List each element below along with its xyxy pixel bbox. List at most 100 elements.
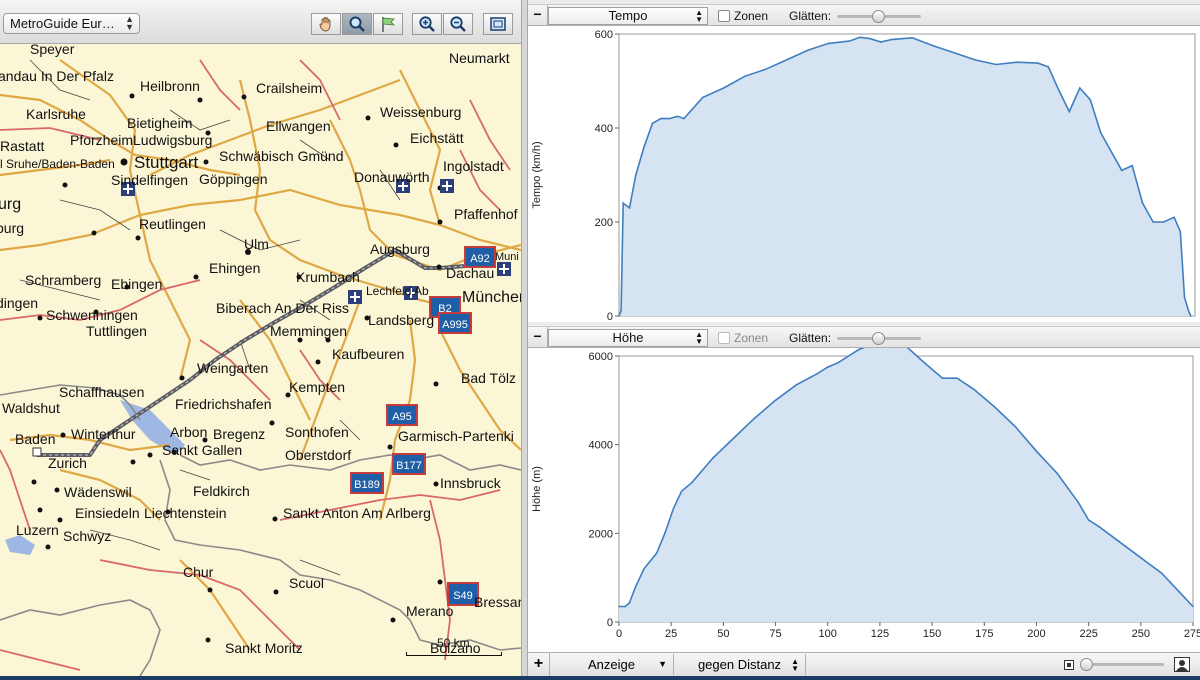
map-canvas[interactable]: A92 B2 A995 A95 B177 B189 S49 Speyer Neu… — [0, 41, 521, 676]
place-label: Garmisch-Partenki — [398, 428, 514, 444]
place-label: Liechtenstein — [144, 505, 227, 521]
speed-chart-header: − Tempo ▲ ▼ Zonen Glätten: — [528, 4, 1200, 26]
data-point — [1190, 315, 1192, 317]
pane-splitter[interactable] — [521, 0, 528, 676]
data-point — [973, 388, 975, 391]
elevation-zones-label: Zonen — [734, 331, 769, 345]
data-point — [826, 366, 829, 368]
fit-view-icon — [490, 17, 506, 31]
bottom-edge — [0, 676, 1200, 680]
speed-metric-select[interactable]: Tempo ▲ ▼ — [548, 7, 708, 25]
svg-text:B189: B189 — [354, 479, 380, 491]
road-shield-a95: A95 — [386, 404, 418, 426]
place-label: Augsburg — [370, 241, 430, 257]
x-tick-label: 225 — [1079, 628, 1097, 640]
data-point — [668, 117, 671, 120]
data-point — [733, 437, 735, 439]
place-label: Kempten — [289, 379, 345, 395]
chart-zoom-slider[interactable] — [1084, 663, 1164, 666]
place-label: Weingarten — [197, 360, 268, 376]
place-label: Muni — [495, 251, 519, 263]
data-point — [806, 49, 809, 52]
chart-bottom-bar: + Anzeige ▼ gegen Distanz ▲ ▼ — [528, 652, 1200, 676]
speed-smooth-slider-knob[interactable] — [872, 10, 885, 23]
place-label: Krumbach — [296, 269, 360, 285]
data-point — [624, 605, 627, 608]
y-axis-label: Tempo (km/h) — [531, 141, 543, 208]
place-label: Wädenswil — [64, 484, 132, 500]
y-tick-label: 6000 — [589, 351, 613, 363]
place-label: Heilbronn — [140, 78, 200, 94]
data-point — [1192, 605, 1194, 608]
speed-smooth-label: Glätten: — [789, 9, 832, 23]
place-label: Baden — [15, 431, 55, 447]
svg-text:A995: A995 — [442, 319, 468, 331]
place-label: Ehingen — [209, 260, 260, 276]
zoom-select-tool-button[interactable] — [342, 13, 372, 35]
speed-chart[interactable]: 0 200 400 600 Tempo (km/h) — [528, 26, 1200, 323]
zoom-out-button[interactable] — [443, 13, 473, 35]
data-point — [1160, 572, 1163, 574]
place-label: Ingolstadt — [443, 158, 504, 174]
place-label: Sankt Moritz — [225, 640, 303, 656]
zoom-in-button[interactable] — [412, 13, 442, 35]
place-label: PforzheimLudwigsburg — [70, 132, 212, 148]
data-point — [941, 377, 944, 379]
x-tick-label: 150 — [923, 628, 941, 640]
y-tick-label: 0 — [607, 311, 613, 322]
chart-zoom-slider-knob[interactable] — [1080, 658, 1093, 671]
place-label: Ulm — [244, 236, 269, 252]
data-point — [620, 309, 622, 312]
collapse-speed-button[interactable]: − — [528, 5, 548, 26]
collapse-elevation-button[interactable]: − — [528, 327, 548, 348]
place-label: Scuol — [289, 575, 324, 591]
fit-view-button[interactable] — [483, 13, 513, 35]
speed-chart-svg[interactable]: 0 200 400 600 Tempo (km/h) — [528, 26, 1200, 323]
data-point — [1140, 556, 1142, 559]
data-point — [643, 146, 645, 148]
elevation-chart-svg[interactable]: 0 2000 4000 6000 Höhe (m) 0 25 50 75 100 125 150 175… — [528, 346, 1200, 652]
x-tick-label: 200 — [1027, 628, 1045, 640]
data-point — [1110, 150, 1112, 153]
y-tick-label: 0 — [607, 617, 613, 629]
place-label: Bad Tölz — [461, 370, 516, 386]
pan-tool-button[interactable] — [311, 13, 341, 35]
data-point — [1173, 216, 1175, 219]
axis-mode-label: gegen Distanz — [697, 657, 782, 672]
road-shield-a92: A92 — [464, 246, 496, 268]
data-point — [774, 399, 777, 402]
track-start-marker[interactable] — [32, 447, 42, 457]
data-point — [664, 532, 666, 535]
data-point — [743, 75, 746, 78]
data-point — [1079, 87, 1081, 89]
data-point — [785, 59, 788, 61]
display-menu-label: Anzeige — [588, 657, 635, 672]
place-label: burg — [0, 220, 24, 236]
map-selector[interactable]: MetroGuide Eur… ▲ ▼ — [3, 13, 140, 34]
x-tick-label: 125 — [871, 628, 889, 640]
elevation-zones-checkbox[interactable] — [718, 332, 730, 344]
add-chart-button[interactable]: + — [528, 653, 550, 676]
data-point — [995, 63, 997, 66]
elevation-metric-select[interactable]: Höhe ▲ ▼ — [548, 329, 708, 347]
data-point — [1077, 501, 1079, 504]
elevation-chart[interactable]: 0 2000 4000 6000 Höhe (m) 0 25 50 75 100 125 150 175… — [528, 346, 1200, 652]
axis-mode-select[interactable]: gegen Distanz ▲ ▼ — [674, 654, 806, 675]
place-label: Donauwörth — [354, 169, 430, 185]
data-point — [1016, 61, 1018, 63]
map-svg[interactable]: A92 B2 A995 A95 B177 B189 S49 Speyer Neu… — [0, 41, 521, 676]
elevation-smooth-slider-knob[interactable] — [872, 332, 885, 345]
data-point — [890, 38, 893, 41]
data-point — [956, 377, 958, 379]
y-tick-label: 4000 — [589, 440, 613, 452]
data-point — [1152, 221, 1154, 223]
speed-zones-checkbox[interactable] — [718, 10, 730, 22]
data-point — [911, 37, 913, 39]
display-menu[interactable]: Anzeige ▼ — [550, 654, 674, 675]
data-point — [858, 348, 860, 351]
data-point — [1131, 164, 1133, 167]
data-point — [1037, 62, 1039, 64]
place-label: Tuttlingen — [86, 323, 147, 339]
data-point — [1068, 110, 1071, 113]
flag-tool-button[interactable] — [373, 13, 403, 35]
